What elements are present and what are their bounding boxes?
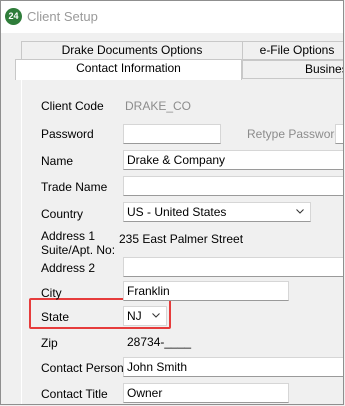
tab-contact-information[interactable]: Contact Information — [15, 59, 242, 80]
tab-drake-documents-options[interactable]: Drake Documents Options — [21, 41, 243, 60]
address1-input[interactable]: 235 East Palmer Street — [115, 229, 343, 249]
state-select[interactable]: NJ — [123, 306, 167, 326]
app-logo-icon: 24 — [5, 8, 22, 25]
client-code-label: Client Code — [41, 99, 104, 113]
address2-input[interactable] — [123, 257, 343, 277]
contact-person-input[interactable]: John Smith — [123, 357, 343, 377]
contact-title-input[interactable]: Owner — [123, 383, 289, 403]
retype-password-input[interactable] — [335, 124, 343, 144]
trade-name-input[interactable] — [123, 176, 343, 196]
trade-name-label: Trade Name — [41, 180, 108, 194]
tab-business[interactable]: Business — [242, 60, 343, 79]
address1-label: Address 1 — [41, 229, 96, 243]
country-select-value: US - United States — [127, 205, 227, 219]
chevron-down-icon — [152, 313, 160, 318]
client-setup-window: 24 Client Setup Drake Documents Options … — [0, 0, 344, 405]
address1-sublabel: Suite/Apt. No: — [41, 243, 116, 257]
contact-title-label: Contact Title — [41, 387, 108, 401]
retype-password-label: Retype Password — [247, 127, 342, 141]
contact-person-label: Contact Person — [41, 361, 124, 375]
address2-label: Address 2 — [41, 261, 96, 275]
country-label: Country — [41, 207, 84, 221]
password-label: Password — [41, 127, 94, 141]
zip-label: Zip — [41, 336, 58, 350]
city-label: City — [41, 286, 62, 300]
name-label: Name — [41, 154, 74, 168]
state-label: State — [41, 310, 70, 324]
window-title: Client Setup — [27, 9, 98, 24]
title-bar: 24 Client Setup — [1, 1, 343, 33]
password-input[interactable] — [123, 124, 221, 144]
chevron-down-icon — [296, 209, 304, 214]
tab-efile-options[interactable]: e-File Options — [242, 41, 343, 60]
city-input[interactable]: Franklin — [123, 281, 289, 301]
zip-input[interactable]: 28734-____ — [123, 332, 203, 352]
state-select-value: NJ — [127, 309, 142, 323]
client-code-field: DRAKE_CO — [121, 96, 221, 116]
country-select[interactable]: US - United States — [123, 202, 311, 222]
name-input[interactable]: Drake & Company — [123, 150, 343, 170]
